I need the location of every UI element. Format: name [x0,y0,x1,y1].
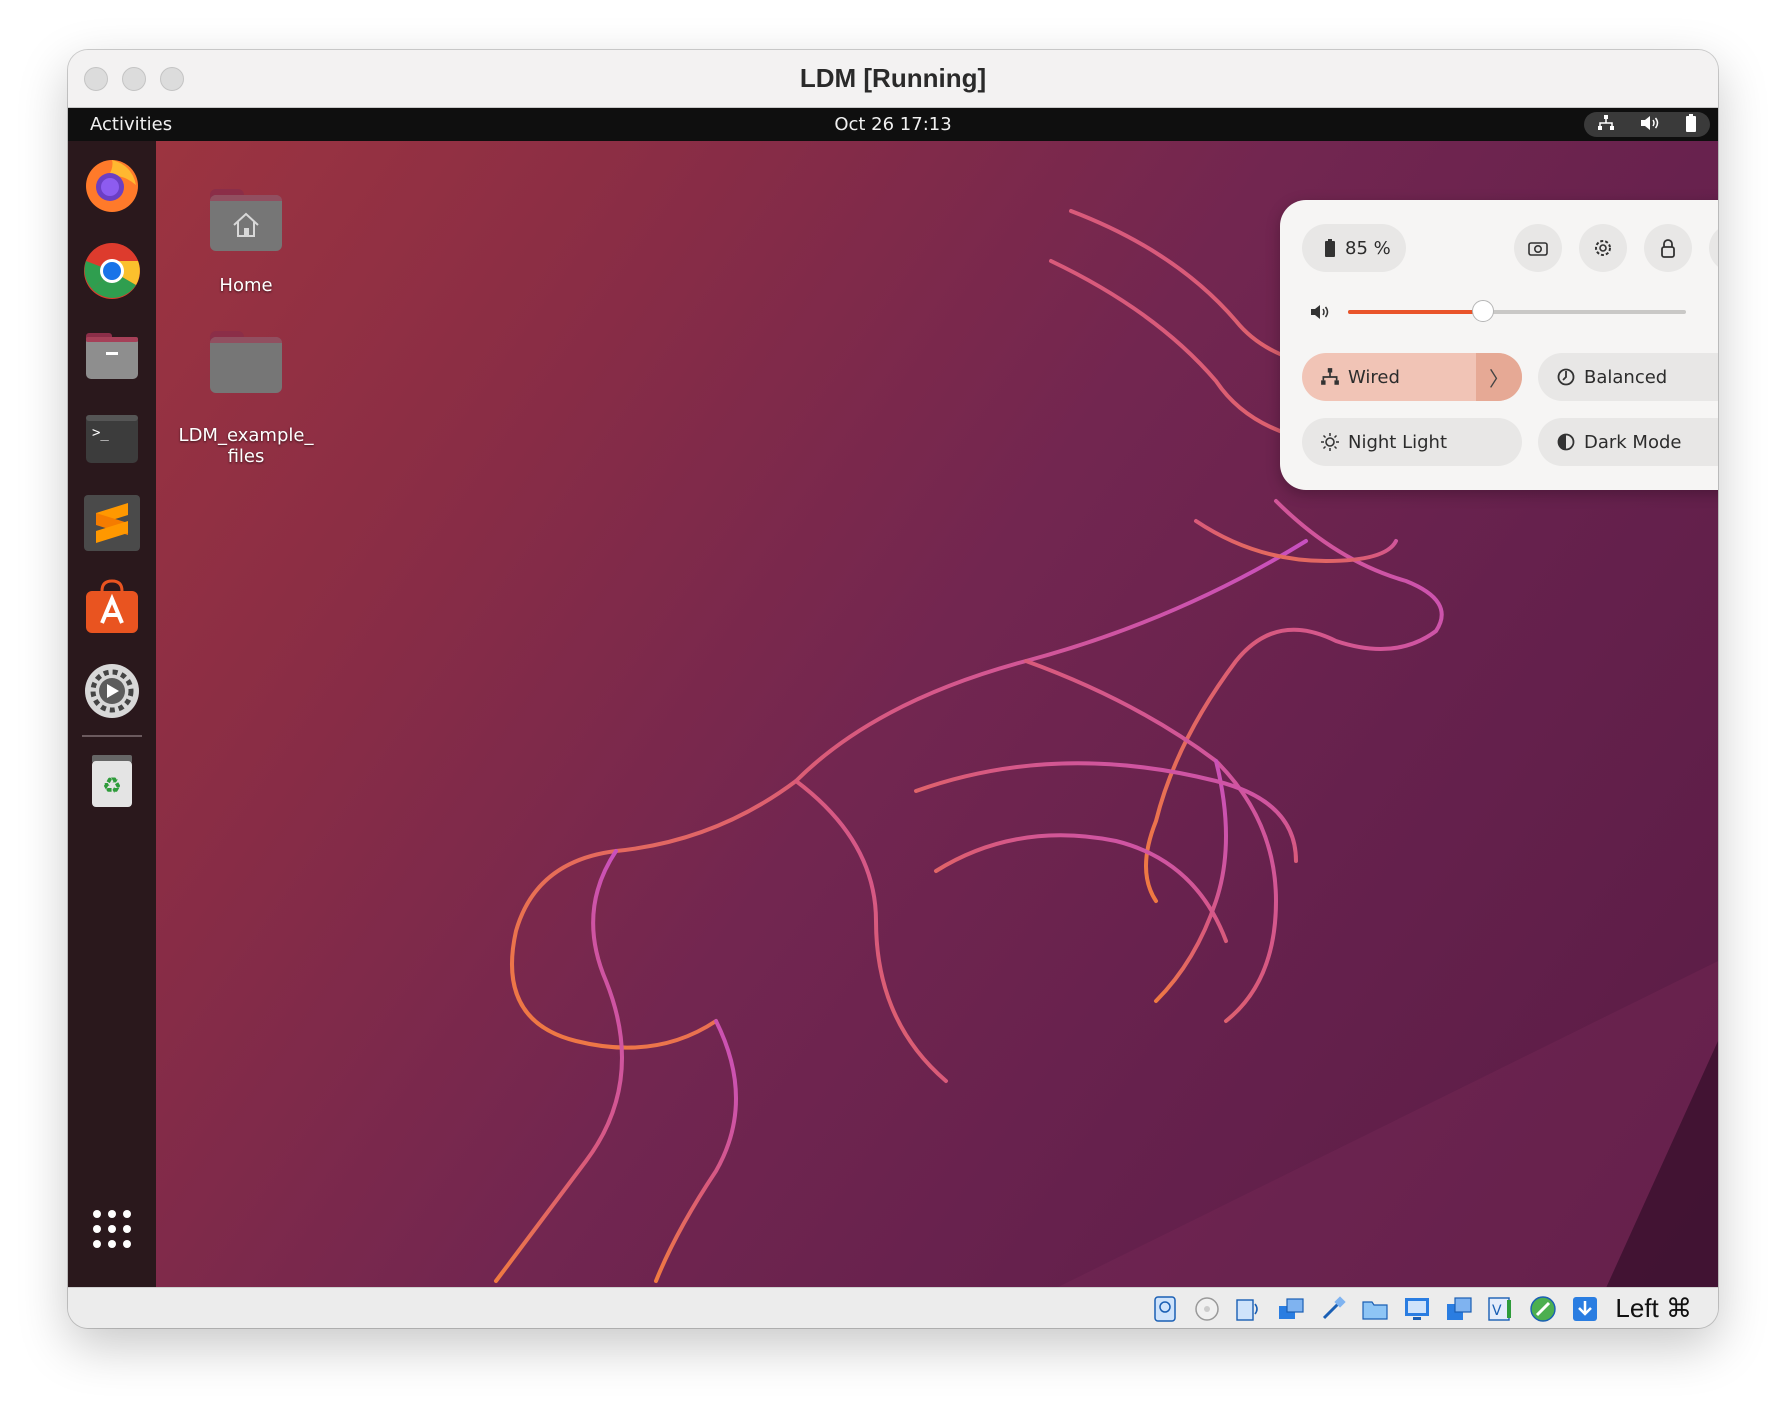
settings-button[interactable] [1579,224,1627,272]
download-icon[interactable] [1569,1294,1601,1324]
network-icon [1597,114,1615,135]
sublime-text-icon [84,495,140,551]
network-icon[interactable] [1275,1294,1307,1324]
lock-button[interactable] [1644,224,1692,272]
dock-sublime-text[interactable] [82,493,142,553]
ldm-example-files-folder-icon[interactable] [210,331,282,393]
title-bar: LDM [Running] [68,50,1718,108]
virtualbox-window: LDM [Running] Activities Oct 26 17:13 Ho… [68,50,1718,1328]
app-grid-icon [93,1210,131,1248]
camera-icon [1528,242,1548,256]
dock-settings[interactable] [82,661,142,721]
power-profile-icon [1557,368,1575,386]
host-key-label: Left ⌘ [1615,1293,1692,1323]
recording-icon[interactable]: V [1485,1294,1517,1324]
dock-app-center[interactable] [82,577,142,637]
clock[interactable]: Oct 26 17:13 [68,114,1718,135]
system-tray[interactable] [1584,112,1710,137]
night-light-label: Night Light [1348,431,1447,453]
battery-icon [1685,113,1697,136]
dock-chrome[interactable] [82,241,142,301]
power-mode-toggle[interactable]: Balanced [1538,353,1718,401]
terminal-icon: >_ [86,415,138,463]
dark-mode-label: Dark Mode [1584,431,1682,453]
gear-icon [1595,240,1611,256]
vm-status-bar: V Left ⌘ [68,1287,1718,1328]
quick-settings-panel: 85 % 〉 Wired 〉 [1280,200,1718,490]
volume-slider-fill [1348,310,1484,314]
home-folder-icon[interactable] [210,189,282,251]
lock-icon [1661,239,1675,258]
mouse-integration-icon[interactable] [1527,1294,1559,1324]
volume-icon [1311,305,1329,319]
usb-icon[interactable] [1317,1294,1349,1324]
svg-text:>_: >_ [92,425,109,441]
volume-slider[interactable] [1348,300,1686,322]
home-folder-label: Home [219,275,273,296]
screenshot-button[interactable] [1514,224,1562,272]
firefox-icon [86,160,138,212]
network-icon [1321,368,1339,385]
battery-percent: 85 % [1345,237,1391,259]
dock-separator [82,735,142,737]
chrome-icon [84,243,140,299]
app-center-icon [86,579,138,633]
files-icon [86,333,138,379]
night-light-icon [1321,433,1339,451]
window-title: LDM [Running] [799,63,987,93]
wired-toggle[interactable]: Wired 〉 [1302,353,1522,401]
wired-label: Wired [1348,366,1400,388]
dark-mode-toggle[interactable]: Dark Mode [1538,418,1718,466]
wired-menu-chevron-icon[interactable]: 〉 [1476,353,1522,401]
dock-trash[interactable]: ♻ [82,751,142,811]
ldm-example-files-label: LDM_example_ files [178,425,314,467]
dock: >_ ♻ [68,141,156,1288]
gnome-top-bar: Activities Oct 26 17:13 [68,108,1718,141]
audio-icon[interactable] [1233,1294,1265,1324]
optical-disk-icon[interactable] [1191,1294,1223,1324]
dock-firefox[interactable] [82,155,142,215]
balanced-label: Balanced [1584,366,1668,388]
desktop[interactable]: Home LDM_example_ files 85 % Wired 〉 Bal… [156,141,1718,1288]
display-icon[interactable] [1401,1294,1433,1324]
hard-disk-icon[interactable] [1149,1294,1181,1324]
house-icon [233,212,259,237]
dark-mode-icon [1557,433,1575,451]
svg-text:♻: ♻ [102,774,122,799]
battery-icon [1325,239,1335,257]
battery-status-pill[interactable]: 85 % [1302,224,1406,272]
dock-terminal[interactable]: >_ [82,409,142,469]
volume-icon [1640,115,1660,135]
night-light-toggle[interactable]: Night Light [1302,418,1522,466]
volume-slider-knob[interactable] [1472,300,1495,322]
capture-icon[interactable] [1443,1294,1475,1324]
show-apps-button[interactable] [90,1207,134,1251]
trash-icon: ♻ [92,755,132,807]
settings-icon [85,664,139,718]
shared-folder-icon[interactable] [1359,1294,1391,1324]
dock-files[interactable] [82,325,142,385]
power-button[interactable] [1709,224,1718,272]
svg-text:V: V [1492,1303,1502,1319]
